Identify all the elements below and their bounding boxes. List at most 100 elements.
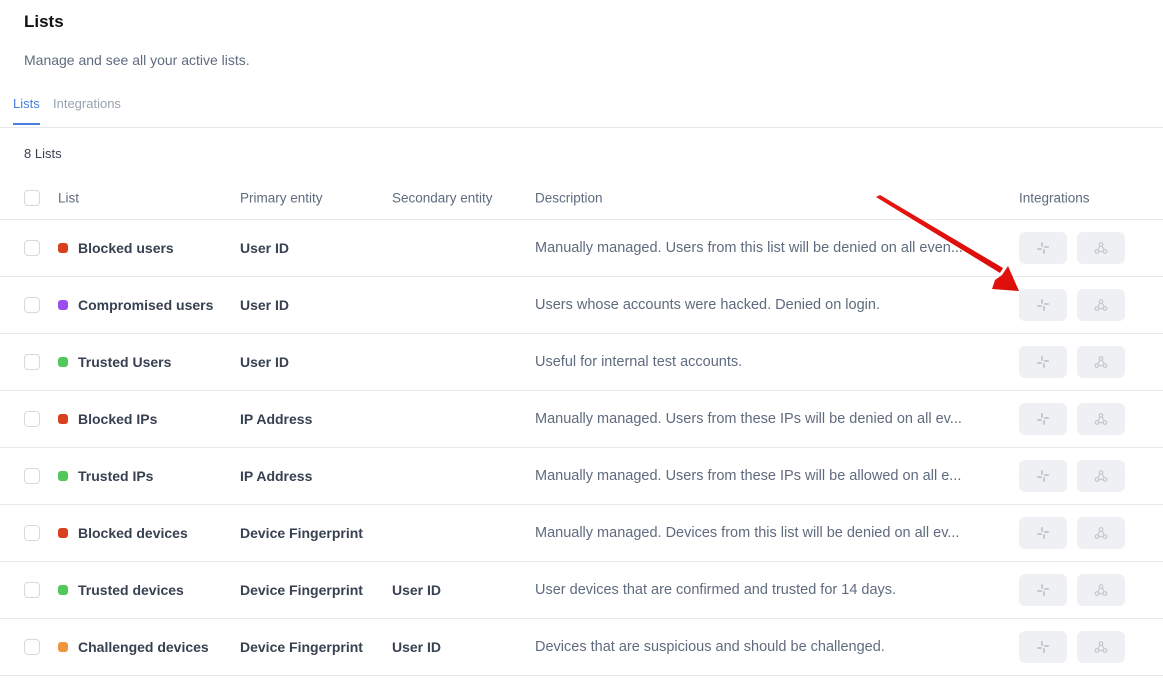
integration-buttons (1019, 403, 1125, 435)
integration-buttons (1019, 631, 1125, 663)
row-checkbox[interactable] (24, 354, 40, 370)
table-row[interactable]: Trusted Users User ID Useful for interna… (0, 334, 1163, 391)
integration-buttons (1019, 517, 1125, 549)
table-row[interactable]: Challenged devices Device Fingerprint Us… (0, 619, 1163, 676)
integration-buttons (1019, 232, 1125, 264)
list-name: Trusted devices (78, 582, 184, 598)
row-checkbox[interactable] (24, 582, 40, 598)
webhook-icon (1094, 355, 1108, 369)
table-row[interactable]: Trusted IPs IP Address Manually managed.… (0, 448, 1163, 505)
row-checkbox[interactable] (24, 240, 40, 256)
select-all-checkbox[interactable] (24, 190, 40, 206)
list-name: Blocked IPs (78, 411, 158, 427)
tab-lists[interactable]: Lists (13, 96, 40, 125)
column-header-integrations: Integrations (1019, 190, 1090, 206)
primary-entity: User ID (240, 297, 290, 313)
webhook-icon (1094, 241, 1108, 255)
list-name-cell[interactable]: Compromised users (58, 297, 213, 313)
webhook-icon (1094, 583, 1108, 597)
description: Manually managed. Users from these IPs w… (535, 468, 962, 484)
description: User devices that are confirmed and trus… (535, 582, 897, 598)
integration-buttons (1019, 460, 1125, 492)
tab-bar: Lists Integrations (0, 86, 1163, 128)
webhook-integration-button[interactable] (1077, 346, 1125, 378)
list-name: Trusted IPs (78, 468, 154, 484)
list-name-cell[interactable]: Trusted devices (58, 582, 184, 598)
webhook-integration-button[interactable] (1077, 403, 1125, 435)
primary-entity: Device Fingerprint (240, 525, 363, 541)
list-name-cell[interactable]: Blocked IPs (58, 411, 157, 427)
webhook-integration-button[interactable] (1077, 289, 1125, 321)
list-name: Compromised users (78, 297, 214, 313)
description: Useful for internal test accounts. (535, 354, 743, 370)
list-name-cell[interactable]: Challenged devices (58, 639, 209, 655)
slack-icon (1036, 355, 1050, 369)
table-row[interactable]: Compromised users User ID Users whose ac… (0, 277, 1163, 334)
secondary-entity: User ID (392, 639, 442, 655)
slack-icon (1036, 241, 1050, 255)
webhook-icon (1094, 298, 1108, 312)
webhook-integration-button[interactable] (1077, 232, 1125, 264)
page-subtitle: Manage and see all your active lists. (24, 52, 250, 68)
primary-entity: Device Fingerprint (240, 639, 363, 655)
webhook-icon (1094, 526, 1108, 540)
webhook-integration-button[interactable] (1077, 574, 1125, 606)
description: Devices that are suspicious and should b… (535, 639, 885, 655)
list-color-dot (58, 414, 68, 424)
list-color-dot (58, 642, 68, 652)
primary-entity: IP Address (240, 411, 313, 427)
slack-integration-button[interactable] (1019, 403, 1067, 435)
slack-integration-button[interactable] (1019, 631, 1067, 663)
webhook-integration-button[interactable] (1077, 517, 1125, 549)
slack-icon (1036, 526, 1050, 540)
lists-table: List Primary entity Secondary entity Des… (0, 177, 1163, 676)
row-checkbox[interactable] (24, 639, 40, 655)
column-header-list: List (58, 190, 80, 206)
slack-integration-button[interactable] (1019, 289, 1067, 321)
table-row[interactable]: Blocked IPs IP Address Manually managed.… (0, 391, 1163, 448)
page-title: Lists (24, 12, 64, 31)
row-checkbox[interactable] (24, 411, 40, 427)
list-name-cell[interactable]: Blocked users (58, 240, 174, 256)
slack-integration-button[interactable] (1019, 517, 1067, 549)
table-row[interactable]: Blocked devices Device Fingerprint Manua… (0, 505, 1163, 562)
webhook-integration-button[interactable] (1077, 631, 1125, 663)
slack-integration-button[interactable] (1019, 232, 1067, 264)
slack-icon (1036, 583, 1050, 597)
tab-integrations[interactable]: Integrations (53, 96, 121, 124)
list-name: Trusted Users (78, 354, 172, 370)
webhook-integration-button[interactable] (1077, 460, 1125, 492)
webhook-icon (1094, 640, 1108, 654)
list-name-cell[interactable]: Trusted Users (58, 354, 171, 370)
list-color-dot (58, 357, 68, 367)
list-name-cell[interactable]: Trusted IPs (58, 468, 153, 484)
integration-buttons (1019, 289, 1125, 321)
list-color-dot (58, 528, 68, 538)
slack-icon (1036, 469, 1050, 483)
webhook-icon (1094, 412, 1108, 426)
integration-buttons (1019, 574, 1125, 606)
slack-icon (1036, 412, 1050, 426)
description: Users whose accounts were hacked. Denied… (535, 297, 880, 313)
slack-icon (1036, 298, 1050, 312)
slack-integration-button[interactable] (1019, 346, 1067, 378)
slack-integration-button[interactable] (1019, 574, 1067, 606)
row-checkbox[interactable] (24, 297, 40, 313)
description: Manually managed. Users from this list w… (535, 240, 963, 256)
list-name: Blocked users (78, 240, 174, 256)
table-row[interactable]: Trusted devices Device Fingerprint User … (0, 562, 1163, 619)
column-header-primary-entity: Primary entity (240, 190, 323, 206)
slack-integration-button[interactable] (1019, 460, 1067, 492)
list-color-dot (58, 471, 68, 481)
webhook-icon (1094, 469, 1108, 483)
primary-entity: User ID (240, 354, 290, 370)
description: Manually managed. Devices from this list… (535, 525, 960, 541)
row-checkbox[interactable] (24, 525, 40, 541)
lists-count: 8 Lists (24, 146, 62, 161)
table-row[interactable]: Blocked users User ID Manually managed. … (0, 220, 1163, 277)
list-color-dot (58, 243, 68, 253)
secondary-entity: User ID (392, 582, 442, 598)
list-name-cell[interactable]: Blocked devices (58, 525, 188, 541)
primary-entity: IP Address (240, 468, 313, 484)
row-checkbox[interactable] (24, 468, 40, 484)
